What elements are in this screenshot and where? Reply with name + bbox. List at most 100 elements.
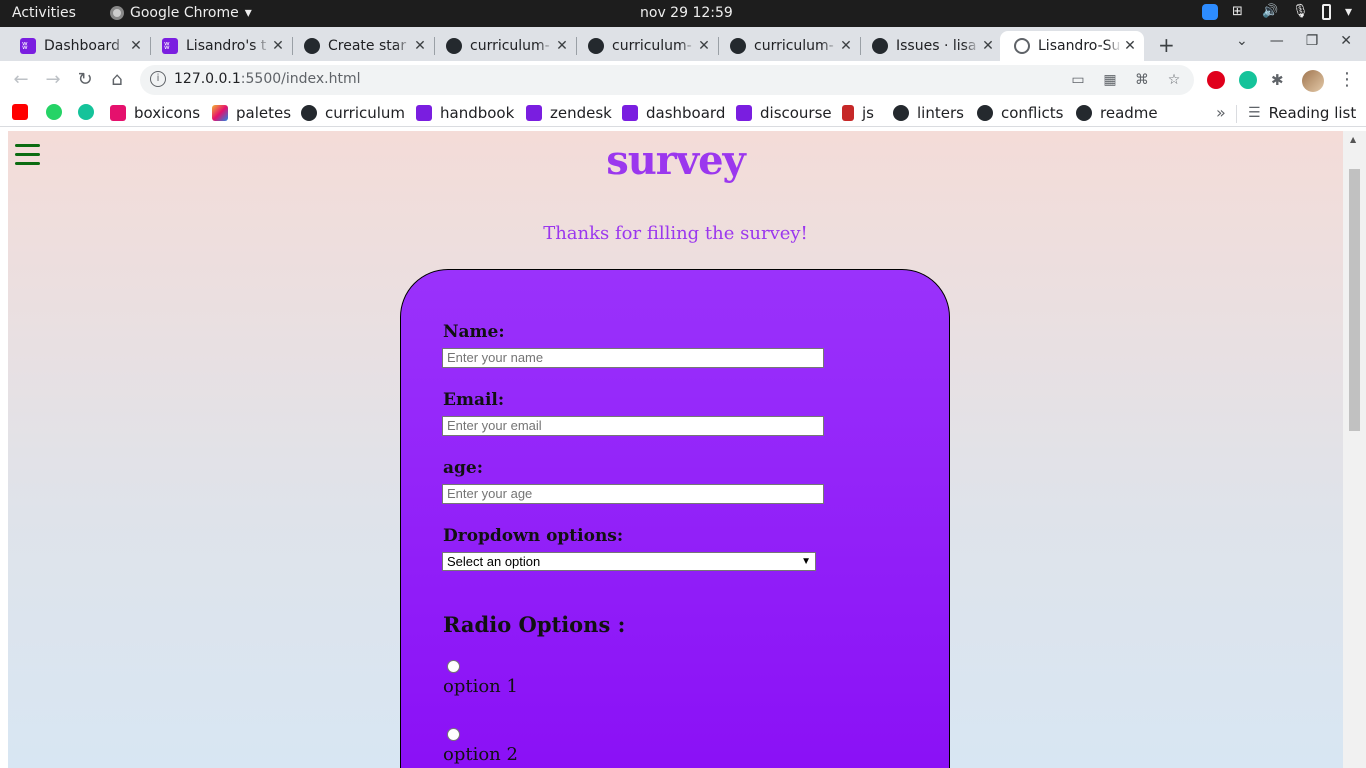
grammarly-icon [78,104,94,120]
more-bookmarks-icon[interactable]: » [1216,103,1226,122]
github-icon [893,105,909,121]
tab-search-icon[interactable]: ⌄ [1236,33,1248,49]
page-viewport: survey Thanks for filling the survey! Na… [8,131,1343,768]
menu-kebab-icon[interactable]: ⋮ [1338,69,1356,90]
volume-icon[interactable]: 🔊 [1262,4,1278,20]
radio-option-2[interactable] [447,728,460,741]
globe-icon [1014,38,1030,54]
reading-list-icon: ☰ [1248,105,1261,121]
github-icon [588,38,604,54]
extensions-icon[interactable]: ✱ [1271,71,1289,89]
bookmark-handbook[interactable]: handbook [416,104,514,122]
forward-arrow-icon[interactable]: → [42,69,64,90]
url-text[interactable]: 127.0.0.1:5500/index.html [174,71,361,87]
name-field[interactable]: Enter your name [442,348,824,368]
radio-option-1[interactable] [447,660,460,673]
dropdown-select[interactable]: Select an option ▼ [442,552,816,571]
tab-create-star[interactable]: Create star ✕ [284,31,434,61]
bookmark-grammarly[interactable] [78,104,94,120]
bookmark-label: readme [1100,104,1158,122]
system-top-bar: Activities Google Chrome ▾ nov 29 12:59 … [0,0,1366,27]
translate-icon[interactable]: ⌘ [1134,72,1150,88]
app-name: Google Chrome [130,5,239,21]
home-icon[interactable]: ⌂ [106,69,128,90]
bookmark-label: paletes [236,104,292,122]
age-label: age: [443,458,483,478]
github-icon [977,105,993,121]
zoom-icon[interactable] [1201,4,1218,20]
bookmark-label: handbook [440,104,515,122]
scrollbar-thumb[interactable] [1349,169,1360,431]
dropdown-label: Dropdown options: [443,526,624,546]
back-arrow-icon[interactable]: ← [10,69,32,90]
radio-section-title: Radio Options : [443,612,626,637]
reload-icon[interactable]: ↻ [74,69,96,90]
bookmark-whatsapp[interactable] [46,104,62,120]
bookmark-zendesk[interactable]: zendesk [526,104,612,122]
chrome-icon [110,6,124,20]
tab-label: curriculum- [470,38,550,54]
bookmark-label: curriculum [325,104,406,122]
microverse-icon [162,38,178,54]
tab-issues[interactable]: Issues · lisa ✕ [852,31,1002,61]
scroll-up-icon[interactable]: ▲ [1350,135,1356,144]
grammarly-icon[interactable] [1239,71,1257,89]
radio-option-2-label: option 2 [443,744,518,765]
new-tab-button[interactable]: + [1158,33,1175,57]
minimize-icon[interactable]: — [1270,33,1284,49]
page-scrollbar[interactable]: ▲ [1343,131,1366,768]
reading-list-button[interactable]: ☰ Reading list [1248,104,1356,122]
network-icon[interactable]: ⊞ [1232,4,1248,20]
bookmark-boxicons[interactable]: boxicons [110,104,200,122]
close-window-icon[interactable]: ✕ [1340,33,1352,49]
bookmark-youtube[interactable] [12,104,28,120]
email-field[interactable]: Enter your email [442,416,824,436]
close-icon[interactable]: ✕ [1122,38,1138,54]
battery-icon[interactable] [1321,4,1331,20]
qr-code-icon[interactable]: ▦ [1102,72,1118,88]
tab-lisandro-survey[interactable]: Lisandro-Su ✕ [1000,31,1144,61]
bookmark-dashboard[interactable]: dashboard [622,104,725,122]
tab-lisandros[interactable]: Lisandro's t ✕ [142,31,292,61]
github-icon [1076,105,1092,121]
bookmark-discourse[interactable]: discourse [736,104,832,122]
restore-icon[interactable]: ❐ [1306,33,1319,49]
bookmark-label: js [862,104,874,122]
github-icon [730,38,746,54]
js-icon [842,105,854,121]
bookmark-curriculum[interactable]: curriculum [301,104,405,122]
tab-curriculum-3[interactable]: curriculum- ✕ [710,31,860,61]
close-icon[interactable]: ✕ [980,38,996,54]
info-icon[interactable]: i [150,71,166,87]
bookmark-readme[interactable]: readme [1076,104,1158,122]
system-tray[interactable]: ⊞ 🔊 🎙 ▾ [1201,4,1352,20]
browser-toolbar: ← → ↻ ⌂ i 127.0.0.1:5500/index.html ▭ ▦ … [0,61,1366,99]
radio-option-1-label: option 1 [443,676,518,697]
bookmark-conflicts[interactable]: conflicts [977,104,1064,122]
clock[interactable]: nov 29 12:59 [640,5,733,21]
boxicons-icon [110,105,126,121]
survey-form: Name: Enter your name Email: Enter your … [400,269,950,768]
adblock-icon[interactable] [1207,71,1225,89]
app-menu[interactable]: Google Chrome ▾ [110,5,252,21]
age-field[interactable]: Enter your age [442,484,824,504]
tab-dashboard[interactable]: Dashboard ✕ [0,31,150,61]
microphone-icon[interactable]: 🎙 [1292,4,1309,20]
tab-curriculum-2[interactable]: curriculum- ✕ [568,31,718,61]
youtube-icon [12,104,28,120]
chevron-down-icon[interactable]: ▾ [1345,4,1352,20]
tab-curriculum-1[interactable]: curriculum- ✕ [426,31,576,61]
cast-icon[interactable]: ▭ [1070,72,1086,88]
name-label: Name: [443,322,505,342]
bookmark-js[interactable]: js [842,104,874,122]
bookmark-linters[interactable]: linters [893,104,964,122]
bookmark-paletes[interactable]: paletes [212,104,291,122]
dropdown-selected: Select an option [447,554,541,569]
tab-label: Lisandro's t [186,38,267,54]
avatar[interactable] [1302,70,1324,92]
github-icon [872,38,888,54]
activities-button[interactable]: Activities [12,5,76,21]
address-bar[interactable]: i 127.0.0.1:5500/index.html ▭ ▦ ⌘ ☆ [140,65,1194,95]
star-icon[interactable]: ☆ [1166,72,1182,88]
tab-label: curriculum- [754,38,834,54]
